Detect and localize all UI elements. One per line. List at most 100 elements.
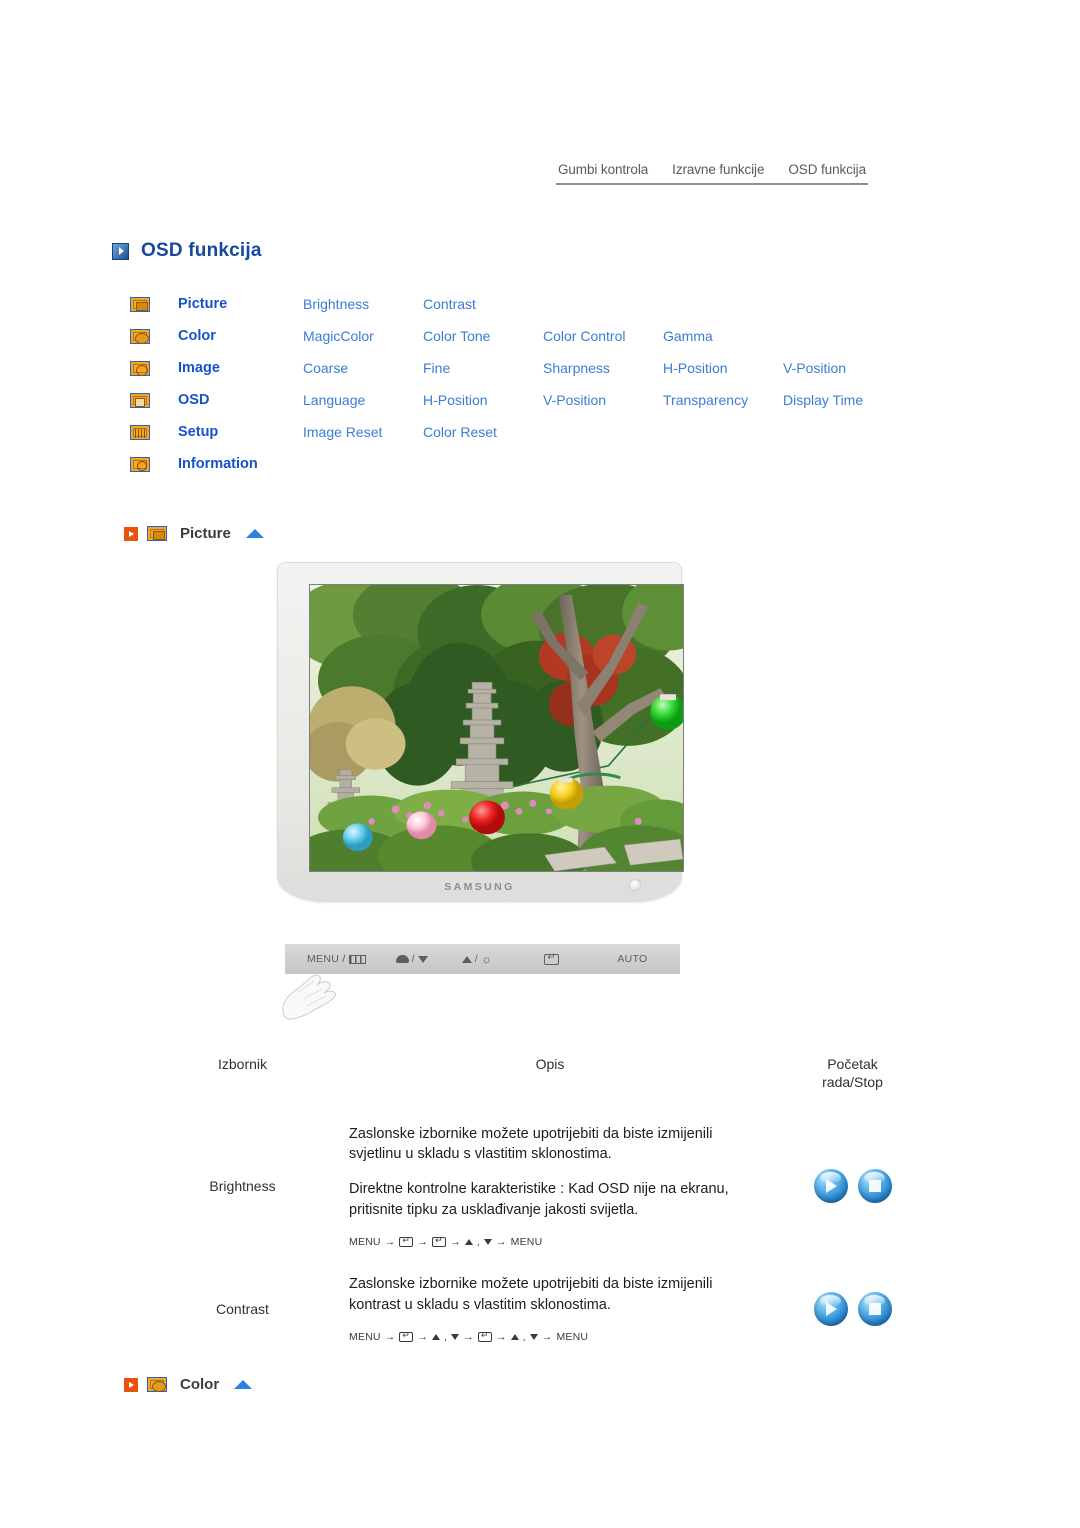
menu-main-image[interactable]: Image (178, 360, 303, 376)
monitor-illustration: SAMSUNG (265, 562, 695, 907)
arrow: → (495, 1331, 507, 1344)
setup-icon-cell (130, 424, 178, 440)
menu-sub-magiccolor[interactable]: MagicColor (303, 328, 423, 344)
menu-sub-h-position[interactable]: H-Position (663, 360, 783, 376)
chevron-up-icon (464, 1239, 473, 1246)
comma: , (522, 1331, 526, 1344)
section-arrow-icon (124, 526, 138, 541)
menu-sub-gamma[interactable]: Gamma (663, 328, 783, 344)
chevron-down-icon (529, 1334, 538, 1341)
control-down-button[interactable]: / (395, 953, 428, 965)
key-menu: MENU (349, 1331, 381, 1344)
menu-main-information[interactable]: Information (178, 456, 303, 472)
enter-icon (399, 1235, 414, 1248)
garden-photo (310, 585, 683, 871)
enter-icon (432, 1235, 447, 1248)
column-header-control-line1: Početak (827, 1056, 878, 1072)
enter-icon (477, 1330, 492, 1343)
menu-sub-contrast[interactable]: Contrast (423, 296, 543, 312)
info-icon-cell (130, 456, 178, 472)
image-icon (130, 360, 150, 376)
menu-sub-coarse[interactable]: Coarse (303, 360, 423, 376)
start-button-icon[interactable] (813, 1291, 848, 1326)
menu-row-setup: Setup Image Reset Color Reset (130, 416, 920, 448)
enter-icon (544, 952, 560, 965)
row-menu-contrast: Contrast (216, 1300, 269, 1317)
control-menu-button[interactable]: MENU / (307, 953, 366, 965)
chevron-down-icon (451, 1334, 460, 1341)
page-title: OSD funkcija (112, 240, 262, 262)
power-button[interactable] (629, 879, 641, 891)
menu-sub-osd-v-position[interactable]: V-Position (543, 392, 663, 408)
image-icon-cell (130, 360, 178, 376)
start-button-icon[interactable] (813, 1168, 848, 1203)
menu-sub-fine[interactable]: Fine (423, 360, 543, 376)
menu-sub-display-time[interactable]: Display Time (783, 392, 903, 408)
chevron-up-icon (461, 955, 472, 963)
nav-item-osd-function[interactable]: OSD funkcija (788, 162, 866, 177)
menu-sub-image-reset[interactable]: Image Reset (303, 424, 423, 440)
menu-sub-osd-h-position[interactable]: H-Position (423, 392, 543, 408)
arrow: → (417, 1236, 429, 1249)
menu-main-setup[interactable]: Setup (178, 424, 303, 440)
section-label-color: Color (180, 1376, 220, 1393)
section-label-picture: Picture (180, 525, 231, 542)
brightness-sun-icon: ☼ (481, 952, 493, 966)
nav-item-direct-functions[interactable]: Izravne funkcije (672, 162, 764, 177)
picture-icon (130, 296, 150, 312)
row-menu-brightness: Brightness (209, 1177, 276, 1194)
control-auto-button[interactable]: AUTO (617, 953, 647, 965)
menu-main-picture[interactable]: Picture (178, 296, 303, 312)
menu-main-color[interactable]: Color (178, 328, 303, 344)
stop-button-icon[interactable] (857, 1168, 892, 1203)
picture-section-icon (147, 526, 167, 541)
menu-row-osd: OSD Language H-Position V-Position Trans… (130, 384, 920, 416)
stop-button-icon[interactable] (857, 1291, 892, 1326)
monitor-control-bar: MENU / / / ☼ AUTO (285, 944, 680, 974)
description-paragraph: Zaslonske izbornike možete upotrijebiti … (349, 1125, 713, 1163)
key-sequence-brightness: MENU → → → , → MENU (349, 1235, 765, 1249)
control-up-button[interactable]: / ☼ (461, 952, 493, 966)
arrow: → (450, 1236, 461, 1249)
row-control-brightness (765, 1124, 940, 1248)
nav-item-control-buttons[interactable]: Gumbi kontrola (558, 162, 648, 177)
control-enter-button[interactable] (544, 952, 560, 965)
breadcrumb-nav: Gumbi kontrola Izravne funkcije OSD funk… (556, 162, 868, 185)
menu-sub-v-position[interactable]: V-Position (783, 360, 903, 376)
monitor-screen (309, 584, 684, 872)
arrow: → (384, 1331, 396, 1344)
chevron-down-icon (417, 955, 428, 963)
menu-button-label: MENU / (307, 953, 346, 965)
scroll-up-icon[interactable] (234, 1380, 253, 1389)
menu-sub-color-reset[interactable]: Color Reset (423, 424, 543, 440)
picture-icon-cell (130, 296, 178, 312)
scroll-up-icon[interactable] (245, 529, 264, 538)
menu-sub-language[interactable]: Language (303, 392, 423, 408)
column-header-control: Početak rada/Stop (765, 1056, 940, 1092)
monitor-bezel: SAMSUNG (277, 562, 684, 902)
comma: , (444, 1331, 448, 1344)
menu-sub-color-control[interactable]: Color Control (543, 328, 663, 344)
menu-sub-transparency[interactable]: Transparency (663, 392, 783, 408)
menu-sub-brightness[interactable]: Brightness (303, 296, 423, 312)
column-header-menu: Izbornik (217, 1056, 268, 1072)
column-header-control-line2: rada/Stop (822, 1073, 883, 1090)
menu-row-information: Information (130, 448, 920, 480)
arrow: → (495, 1236, 507, 1249)
section-header-color: Color (124, 1376, 253, 1393)
description-paragraph: Zaslonske izbornike možete upotrijebiti … (349, 1276, 713, 1313)
comma: , (476, 1236, 480, 1249)
menu-sub-sharpness[interactable]: Sharpness (543, 360, 663, 376)
osd-icon-cell (130, 392, 178, 408)
arrow: → (541, 1331, 553, 1344)
osd-icon (130, 392, 150, 408)
menu-sub-color-tone[interactable]: Color Tone (423, 328, 543, 344)
key-menu: MENU (349, 1236, 381, 1249)
nav-divider (556, 183, 868, 185)
chevron-up-icon (510, 1334, 519, 1341)
menu-main-osd[interactable]: OSD (178, 392, 303, 408)
arrow: → (417, 1331, 429, 1344)
setup-icon (130, 424, 150, 440)
color-icon-cell (130, 328, 178, 344)
color-section-icon (147, 1377, 167, 1392)
